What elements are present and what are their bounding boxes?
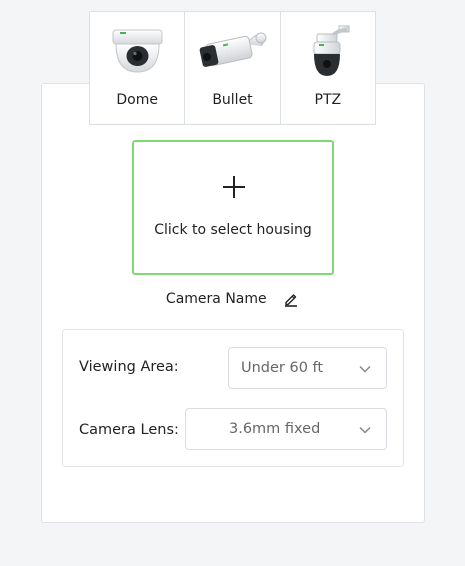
chevron-down-icon [359,365,371,373]
pencil-edit-icon[interactable] [283,291,299,307]
viewing-area-select[interactable]: Under 60 ft [228,347,387,389]
dome-camera-icon [112,29,163,73]
camera-type-selector: Dome Bullet PTZ [89,11,376,125]
camera-settings-panel: Viewing Area: Under 60 ft Camera Lens: 3… [62,329,404,467]
viewing-area-value: Under 60 ft [241,360,324,376]
bullet-camera-icon [199,32,267,67]
camera-name-label: Camera Name [165,291,267,307]
camera-type-dome[interactable]: Dome [90,12,186,124]
select-housing-label: Click to select housing [154,222,312,238]
camera-configurator: Dome Bullet PTZ Click to select housing … [0,0,465,566]
chevron-down-icon [359,426,371,434]
camera-lens-label: Camera Lens: [79,422,179,438]
camera-lens-select[interactable]: 3.6mm fixed [185,408,387,450]
camera-lens-value: 3.6mm fixed [229,421,321,437]
camera-name-row: Camera Name [0,291,465,307]
camera-type-label: PTZ [314,92,342,108]
viewing-area-label: Viewing Area: [79,359,179,375]
camera-type-label: Bullet [212,92,253,108]
camera-type-bullet[interactable]: Bullet [185,12,281,124]
camera-type-label: Dome [116,92,158,108]
ptz-camera-icon [313,25,350,76]
select-housing-button[interactable]: Click to select housing [132,140,334,275]
plus-icon [223,176,245,198]
camera-type-ptz[interactable]: PTZ [281,12,375,124]
